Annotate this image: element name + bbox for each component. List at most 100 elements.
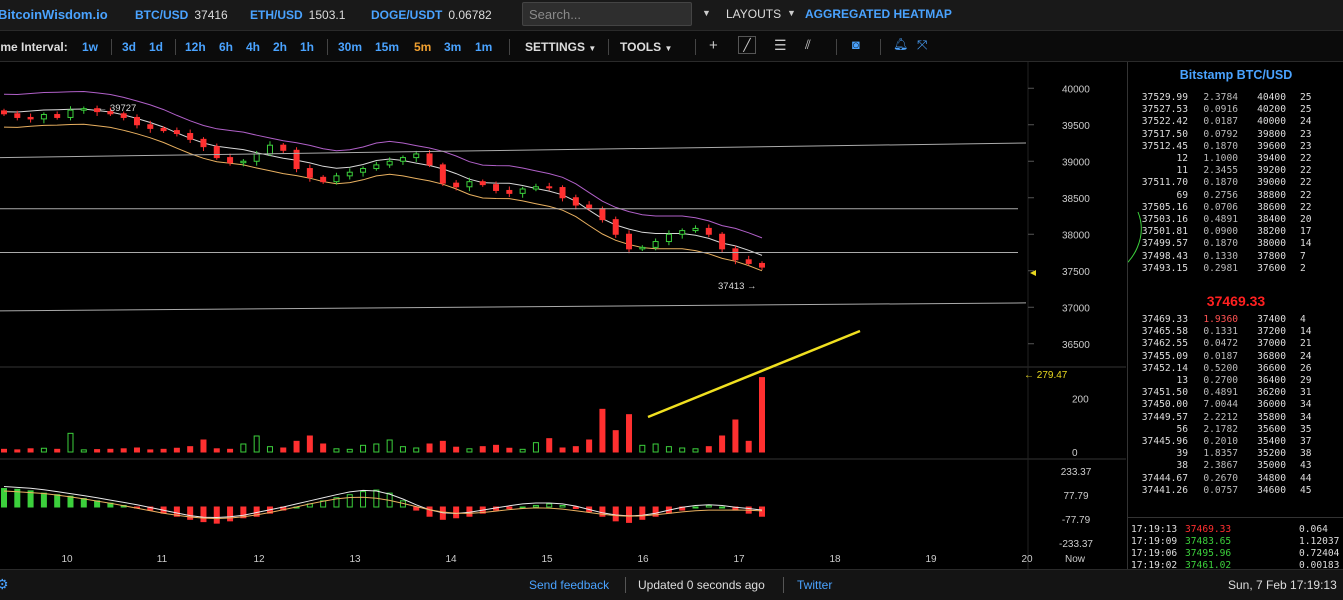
candle-body — [40, 114, 47, 120]
volume-bar — [320, 443, 327, 453]
price-chart-svg[interactable]: 40000 39500 39000 38500 38000 37500 37000 36500… — [0, 62, 1126, 569]
time-axis-label: 14 — [445, 554, 457, 565]
search-dropdown-icon[interactable]: ▼ — [702, 8, 711, 18]
volume-bar — [133, 447, 140, 453]
ask-cell: 37529.99 — [1141, 92, 1188, 103]
ask-cell: 2.3784 — [1203, 92, 1238, 103]
macd-bar — [54, 494, 61, 508]
line-tool-icon[interactable]: ╱ — [738, 36, 756, 54]
volume-axis-label: 0 — [1072, 448, 1078, 459]
volume-bar — [679, 447, 686, 453]
bid-cell: 0.1331 — [1203, 326, 1238, 338]
interval-3d[interactable]: 3d — [122, 40, 136, 54]
tools-menu[interactable]: TOOLS ▼ — [620, 40, 672, 54]
interval-5m[interactable]: 5m — [414, 40, 431, 54]
interval-12h[interactable]: 12h — [185, 40, 206, 54]
macd-line — [3, 486, 763, 519]
bid-cell: 35400 — [1257, 436, 1286, 447]
price-axis-label: 39000 — [1062, 157, 1090, 168]
footer-bar: ⚙ Send feedback Updated 0 seconds ago Tw… — [0, 569, 1343, 600]
candle-body — [373, 164, 380, 170]
chart-area[interactable]: 40000 39500 39000 38500 38000 37500 37000 36500… — [0, 62, 1126, 569]
site-logo[interactable]: BitcoinWisdom.io — [0, 7, 108, 22]
search-input[interactable] — [522, 2, 692, 26]
last-price: 37469.33 — [1206, 293, 1266, 309]
volume-bar — [692, 448, 699, 453]
volume-bar — [213, 448, 220, 453]
volume-bar — [107, 448, 114, 453]
camera-icon[interactable]: ◙ — [852, 37, 860, 52]
volume-bar — [439, 440, 446, 453]
interval-1m[interactable]: 1m — [475, 40, 492, 54]
volume-bar — [120, 448, 127, 453]
ticker-eth[interactable]: ETH/USD 1503.1 — [250, 8, 345, 22]
candle-body — [1, 110, 7, 115]
trade-cell: 17:19:09 — [1131, 536, 1178, 547]
volume-bar — [386, 439, 393, 453]
bid-cell: 37400 — [1257, 314, 1286, 325]
candle-body — [572, 197, 579, 206]
bid-cell: 36000 — [1257, 399, 1286, 411]
volume-bar — [399, 446, 406, 453]
interval-15m[interactable]: 15m — [375, 40, 399, 54]
low-price-label: 37413 → — [718, 281, 757, 292]
candle-body — [147, 124, 154, 129]
twitter-link[interactable]: Twitter — [797, 578, 832, 592]
ask-cell: 37505.16 — [1141, 201, 1188, 213]
interval-2h[interactable]: 2h — [273, 40, 287, 54]
bid-cell: 35600 — [1257, 423, 1286, 435]
candle-body — [14, 113, 21, 118]
interval-1w[interactable]: 1w — [82, 40, 98, 54]
orderbook-panel: Bitstamp BTC/USD 37529.99 2.3784 40400 25 37… — [1127, 62, 1343, 569]
interval-30m[interactable]: 30m — [338, 40, 362, 54]
bid-cell: 37452.14 — [1141, 362, 1188, 374]
candle-body — [732, 248, 739, 261]
settings-menu[interactable]: SETTINGS ▼ — [525, 40, 596, 54]
candle-body — [306, 168, 313, 178]
ask-cell: 38400 — [1257, 214, 1286, 225]
interval-1d[interactable]: 1d — [149, 40, 163, 54]
fib-tool-icon[interactable]: ☰ — [774, 37, 787, 54]
bid-cell: 0.0187 — [1203, 350, 1238, 362]
interval-6h[interactable]: 6h — [219, 40, 233, 54]
interval-4h[interactable]: 4h — [246, 40, 260, 54]
price-axis-label: 39500 — [1062, 121, 1090, 132]
interval-1h[interactable]: 1h — [300, 40, 314, 54]
bid-cell: 34600 — [1257, 484, 1286, 496]
fullscreen-icon[interactable]: ⤧ — [917, 37, 927, 53]
ticker-doge[interactable]: DOGE/USDT 0.06782 — [371, 8, 492, 22]
candle-body — [453, 182, 460, 188]
ticker-btc[interactable]: BTC/USD 37416 — [135, 8, 228, 22]
candle-body — [80, 108, 87, 111]
candle-body — [27, 116, 34, 120]
volume-bar — [280, 447, 287, 453]
trade-cell: 17:19:02 — [1131, 560, 1178, 569]
volume-bar — [360, 444, 367, 453]
trade-cell: 17:19:13 — [1131, 524, 1178, 535]
send-feedback-link[interactable]: Send feedback — [529, 578, 609, 592]
candle-body — [759, 262, 765, 268]
crosshair-icon[interactable]: + — [709, 37, 718, 54]
candle-body — [652, 241, 659, 248]
bid-cell: 0.2670 — [1203, 472, 1238, 484]
bid-cell: 39 — [1176, 448, 1188, 460]
time-axis-label: 15 — [541, 554, 553, 565]
aggregated-heatmap-link[interactable]: AGGREGATED HEATMAP — [805, 7, 952, 21]
macd-bar — [426, 506, 433, 517]
ask-cell: 37511.70 — [1141, 177, 1188, 189]
fan-tool-icon[interactable]: ⫽ — [805, 37, 811, 53]
layouts-menu[interactable]: LAYOUTS — [726, 7, 781, 21]
bid-cell: 31 — [1300, 387, 1312, 399]
candle-body — [187, 133, 194, 140]
volume-bar — [266, 446, 273, 453]
bid-cell: 38 — [1300, 448, 1312, 460]
gear-icon[interactable]: ⚙ — [0, 576, 9, 593]
interval-3m[interactable]: 3m — [444, 40, 461, 54]
volume-bar — [14, 449, 21, 453]
price-axis-label: 37500 — [1062, 267, 1090, 278]
bell-icon[interactable]: 🔔︎ — [893, 37, 908, 51]
volume-bar — [626, 414, 633, 453]
top-bar: BitcoinWisdom.io BTC/USD 37416 ETH/USD 150… — [0, 0, 1343, 31]
bid-cell: 37450.00 — [1141, 399, 1188, 411]
macd-axis-label: -233.37 — [1059, 539, 1093, 550]
